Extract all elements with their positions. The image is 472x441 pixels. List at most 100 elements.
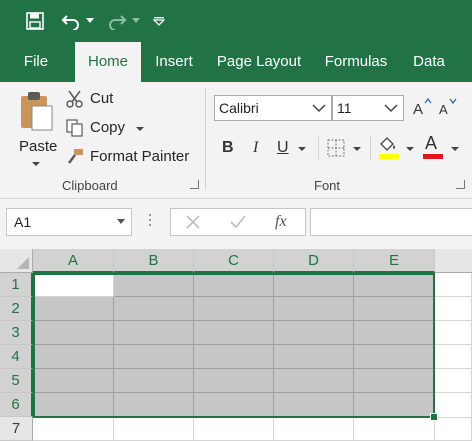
font-color-dropdown-icon[interactable]	[451, 147, 459, 151]
cell-f5[interactable]	[435, 369, 472, 393]
column-header-b[interactable]: B	[114, 249, 194, 273]
redo-icon[interactable]	[104, 8, 130, 34]
cell-d4[interactable]	[274, 345, 354, 369]
tab-file[interactable]: File	[12, 42, 60, 82]
font-dialog-launcher-icon[interactable]	[456, 180, 465, 189]
cell-c1[interactable]	[194, 273, 274, 297]
cell-a6[interactable]	[33, 393, 114, 418]
column-header-a[interactable]: A	[33, 249, 114, 273]
tab-page-layout[interactable]: Page Layout	[212, 42, 306, 82]
cell-f4[interactable]	[435, 345, 472, 369]
tab-formulas[interactable]: Formulas	[318, 42, 394, 82]
cancel-icon[interactable]	[185, 214, 201, 230]
borders-button[interactable]	[325, 136, 365, 160]
cell-e3[interactable]	[354, 321, 435, 345]
select-all-corner[interactable]	[0, 249, 33, 273]
italic-button[interactable]: I	[245, 136, 267, 160]
borders-dropdown-icon[interactable]	[353, 147, 361, 151]
cell-f6[interactable]	[435, 393, 472, 418]
cell-a1[interactable]	[33, 273, 114, 297]
insert-function-button[interactable]: fx	[275, 213, 287, 231]
column-header-c[interactable]: C	[194, 249, 274, 273]
worksheet-grid[interactable]: A B C D E 1 2 3 4 5 6 7	[0, 249, 472, 441]
fill-handle[interactable]	[430, 413, 438, 421]
undo-dropdown-icon[interactable]	[84, 8, 96, 34]
cell-c3[interactable]	[194, 321, 274, 345]
format-painter-button[interactable]: Format Painter	[66, 146, 192, 168]
cell-b6[interactable]	[114, 393, 194, 418]
fill-color-button[interactable]	[377, 134, 417, 162]
cell-d2[interactable]	[274, 297, 354, 321]
row-header-2[interactable]: 2	[0, 297, 33, 321]
formula-input[interactable]	[310, 208, 472, 236]
undo-icon[interactable]	[58, 8, 84, 34]
cell-f7[interactable]	[435, 418, 472, 441]
underline-dropdown-icon[interactable]	[298, 147, 306, 151]
chevron-down-icon[interactable]	[383, 100, 399, 116]
row-header-3[interactable]: 3	[0, 321, 33, 345]
cell-b1[interactable]	[114, 273, 194, 297]
cell-c4[interactable]	[194, 345, 274, 369]
cell-d3[interactable]	[274, 321, 354, 345]
bold-button[interactable]: B	[216, 136, 238, 160]
cell-a4[interactable]	[33, 345, 114, 369]
name-box[interactable]: A1	[6, 208, 132, 236]
cell-a7[interactable]	[33, 418, 114, 441]
row-header-4[interactable]: 4	[0, 345, 33, 369]
cut-button[interactable]: Cut	[66, 88, 126, 110]
row-header-7[interactable]: 7	[0, 417, 33, 441]
tab-insert[interactable]: Insert	[148, 42, 200, 82]
font-name-combo[interactable]: Calibri	[214, 95, 332, 121]
cell-b3[interactable]	[114, 321, 194, 345]
increase-font-size-icon[interactable]: A	[412, 96, 432, 118]
font-size-combo[interactable]: 11	[332, 95, 404, 121]
paste-button[interactable]: Paste	[12, 88, 60, 170]
cell-f2[interactable]	[435, 297, 472, 321]
cell-b7[interactable]	[114, 418, 194, 441]
cell-a2[interactable]	[33, 297, 114, 321]
customize-quick-access-icon[interactable]	[150, 8, 168, 34]
underline-button[interactable]: U	[272, 136, 312, 160]
clipboard-dialog-launcher-icon[interactable]	[190, 180, 199, 189]
cell-e5[interactable]	[354, 369, 435, 393]
tab-data[interactable]: Data	[405, 42, 453, 82]
chevron-down-icon[interactable]	[311, 100, 327, 116]
decrease-font-size-icon[interactable]: A	[438, 96, 458, 118]
cell-c6[interactable]	[194, 393, 274, 418]
cell-d7[interactable]	[274, 418, 354, 441]
cell-e7[interactable]	[354, 418, 435, 441]
row-header-1[interactable]: 1	[0, 273, 33, 297]
cell-f3[interactable]	[435, 321, 472, 345]
formula-bar-grip-icon[interactable]	[149, 214, 152, 230]
paste-dropdown-icon[interactable]	[32, 162, 40, 166]
cell-c7[interactable]	[194, 418, 274, 441]
column-header-e[interactable]: E	[354, 249, 435, 273]
font-color-button[interactable]: A	[422, 133, 462, 162]
cell-f1[interactable]	[435, 273, 472, 297]
cell-e2[interactable]	[354, 297, 435, 321]
save-icon[interactable]	[22, 8, 48, 34]
tab-home[interactable]: Home	[75, 42, 141, 82]
enter-check-icon[interactable]	[229, 214, 247, 230]
cell-e6[interactable]	[354, 393, 435, 418]
copy-button[interactable]: Copy	[66, 117, 148, 139]
cell-b5[interactable]	[114, 369, 194, 393]
column-header-f[interactable]	[435, 249, 472, 273]
cell-e1[interactable]	[354, 273, 435, 297]
cell-d6[interactable]	[274, 393, 354, 418]
cell-c2[interactable]	[194, 297, 274, 321]
cell-a3[interactable]	[33, 321, 114, 345]
fill-color-dropdown-icon[interactable]	[406, 147, 414, 151]
cell-a5[interactable]	[33, 369, 114, 393]
copy-dropdown-icon[interactable]	[136, 127, 144, 131]
row-header-6[interactable]: 6	[0, 393, 33, 417]
row-header-5[interactable]: 5	[0, 369, 33, 393]
column-header-d[interactable]: D	[274, 249, 354, 273]
cell-d1[interactable]	[274, 273, 354, 297]
chevron-down-icon[interactable]	[117, 219, 125, 225]
redo-dropdown-icon[interactable]	[130, 8, 142, 34]
cell-e4[interactable]	[354, 345, 435, 369]
cell-b4[interactable]	[114, 345, 194, 369]
cell-b2[interactable]	[114, 297, 194, 321]
cell-c5[interactable]	[194, 369, 274, 393]
